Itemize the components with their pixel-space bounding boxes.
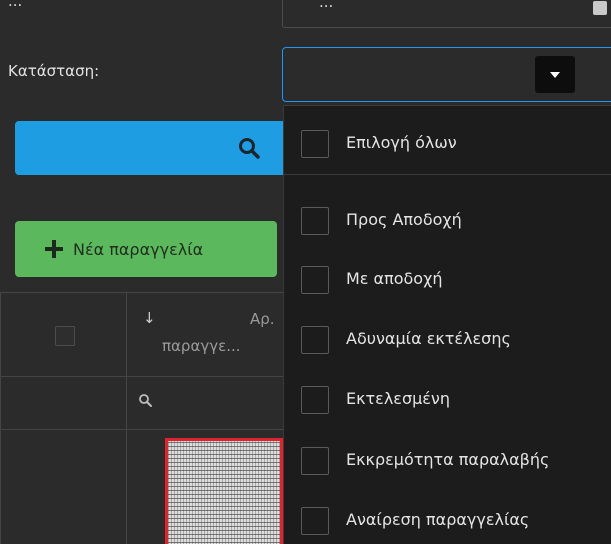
dropdown-divider xyxy=(284,174,611,175)
status-option[interactable]: Με αποδοχή xyxy=(284,251,611,301)
plus-icon xyxy=(45,240,63,258)
grid-header-divider xyxy=(0,376,300,377)
grid-filter-divider xyxy=(0,429,300,430)
top-field-input[interactable]: ... xyxy=(282,0,611,28)
sort-desc-icon[interactable]: ↓ xyxy=(143,309,156,327)
status-label: Κατάσταση: xyxy=(8,62,100,80)
checkbox[interactable] xyxy=(301,507,329,535)
status-option-label: Προς Αποδοχή xyxy=(346,210,462,229)
order-filter-page: ... ... Κατάσταση: Νέα παραγγελία ↓ Αρ. … xyxy=(0,0,611,544)
order-number-header[interactable]: Αρ. xyxy=(250,310,275,328)
checkbox[interactable] xyxy=(301,447,329,475)
top-field-value: ... xyxy=(319,0,334,11)
status-option[interactable]: Εκτελεσμένη xyxy=(284,371,611,421)
new-order-button[interactable]: Νέα παραγγελία xyxy=(15,221,277,277)
status-option-label: Με αποδοχή xyxy=(346,269,443,288)
grid-column-divider xyxy=(126,292,127,544)
search-icon xyxy=(239,138,260,159)
grid-top-border xyxy=(0,292,300,293)
status-option-label: Αδυναμία εκτέλεσης xyxy=(346,329,511,348)
checkbox[interactable] xyxy=(301,266,329,294)
caret-down-icon xyxy=(550,71,560,78)
top-field-label: ... xyxy=(8,0,23,10)
checkbox[interactable] xyxy=(301,207,329,235)
search-icon[interactable] xyxy=(138,393,152,407)
status-option[interactable]: Αδυναμία εκτέλεσης xyxy=(284,311,611,361)
status-option[interactable]: Προς Αποδοχή xyxy=(284,192,611,242)
status-option-select-all[interactable]: Επιλογή όλων xyxy=(284,115,611,165)
order-number-header-cont[interactable]: παραγγε... xyxy=(162,337,241,355)
status-dropdown-panel: Επιλογή όλων Προς Αποδοχή Με αποδοχή Αδυ… xyxy=(283,105,611,544)
grid-border xyxy=(0,292,1,544)
status-dropdown-toggle[interactable] xyxy=(535,56,575,93)
select-all-rows-checkbox[interactable] xyxy=(55,326,75,346)
status-option-label: Εκτελεσμένη xyxy=(346,389,450,408)
order-thumbnail[interactable] xyxy=(165,438,283,544)
top-field-button[interactable] xyxy=(593,1,607,15)
checkbox[interactable] xyxy=(301,130,329,158)
checkbox[interactable] xyxy=(301,326,329,354)
checkbox[interactable] xyxy=(301,386,329,414)
orders-grid: ↓ Αρ. παραγγε... xyxy=(0,292,300,544)
status-option-label: Εκκρεμότητα παραλαβής xyxy=(346,450,550,469)
status-option-label: Αναίρεση παραγγελίας xyxy=(346,510,530,529)
new-order-label: Νέα παραγγελία xyxy=(73,239,204,259)
search-button[interactable] xyxy=(15,121,305,175)
status-option-label: Επιλογή όλων xyxy=(346,133,457,152)
status-option[interactable]: Αναίρεση παραγγελίας xyxy=(284,492,611,542)
status-option[interactable]: Εκκρεμότητα παραλαβής xyxy=(284,432,611,482)
status-select[interactable] xyxy=(282,47,611,102)
